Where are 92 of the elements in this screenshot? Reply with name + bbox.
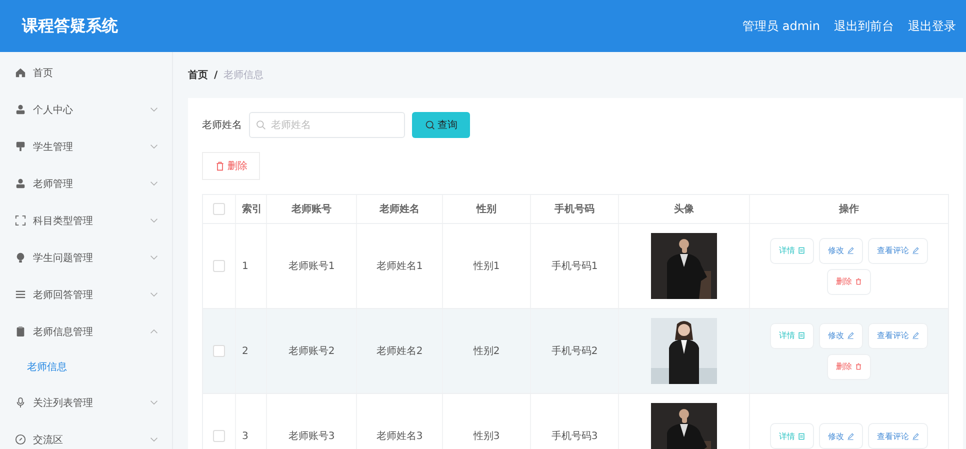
trash-icon — [214, 161, 224, 171]
header-link[interactable]: 管理员 admin — [742, 18, 820, 34]
document-icon — [798, 332, 805, 339]
chevron-icon — [150, 329, 158, 334]
chevron-icon — [150, 292, 158, 297]
user-icon — [15, 178, 26, 189]
chevron-icon — [150, 255, 158, 260]
table-cell: 老师账号1 — [267, 224, 357, 308]
sidebar-item[interactable]: 老师回答管理 — [0, 276, 172, 313]
search-icon — [256, 120, 266, 130]
action-button[interactable]: 查看评论 — [868, 322, 928, 348]
chevron-icon — [150, 144, 158, 149]
table-cell: 老师姓名2 — [357, 309, 443, 393]
column-header: 手机号码 — [531, 195, 619, 223]
home-icon — [15, 67, 26, 78]
clipboard-icon — [15, 326, 26, 337]
column-header: 头像 — [619, 195, 750, 223]
breadcrumb-separator: / — [214, 70, 218, 80]
action-button[interactable]: 删除 — [827, 354, 871, 380]
table-cell: 性别1 — [443, 224, 531, 308]
action-button[interactable]: 修改 — [819, 322, 863, 348]
sidebar-item[interactable]: 交流区 — [0, 421, 172, 449]
chevron-icon — [150, 400, 158, 405]
sidebar-item[interactable]: 科目类型管理 — [0, 202, 172, 239]
sidebar-item[interactable]: 首页 — [0, 54, 172, 91]
header-link[interactable]: 退出登录 — [908, 18, 956, 34]
action-button[interactable]: 删除 — [827, 268, 871, 294]
table-cell: 老师姓名3 — [357, 394, 443, 449]
pencil-icon — [912, 332, 919, 339]
breadcrumb-link[interactable]: 首页 — [188, 68, 208, 82]
pencil-icon — [912, 432, 919, 440]
column-header: 索引 — [236, 195, 267, 223]
sidebar-item[interactable]: 学生管理 — [0, 128, 172, 165]
search-icon — [424, 120, 434, 130]
microphone-icon — [15, 397, 26, 408]
column-header: 老师姓名 — [357, 195, 443, 223]
row-checkbox[interactable] — [213, 430, 225, 442]
chevron-icon — [150, 181, 158, 186]
sidebar-item[interactable]: 关注列表管理 — [0, 384, 172, 421]
column-header: 性别 — [443, 195, 531, 223]
sidebar-item[interactable]: 学生问题管理 — [0, 239, 172, 276]
search-field[interactable]: 老师姓名 — [249, 112, 405, 138]
table-cell: 2 — [236, 309, 267, 393]
action-button[interactable]: 修改 — [819, 238, 863, 264]
header-link[interactable]: 退出到前台 — [834, 18, 894, 34]
chevron-icon — [150, 107, 158, 112]
sidebar-item[interactable]: 老师管理 — [0, 165, 172, 202]
breadcrumb-current: 老师信息 — [224, 68, 264, 82]
chevron-icon — [150, 218, 158, 223]
action-button[interactable]: 查看评论 — [868, 238, 928, 264]
document-icon — [798, 432, 805, 440]
table-cell: 1 — [236, 224, 267, 308]
column-header: 老师账号 — [267, 195, 357, 223]
pencil-icon — [912, 247, 919, 254]
sidebar-subitem[interactable]: 老师信息 — [0, 350, 172, 384]
table-cell: 老师账号2 — [267, 309, 357, 393]
table-cell: 性别3 — [443, 394, 531, 449]
delete-button[interactable]: 删除 — [202, 152, 260, 180]
pencil-icon — [847, 432, 854, 440]
column-header: 操作 — [838, 202, 860, 217]
table-cell: 老师账号3 — [267, 394, 357, 449]
sign-icon — [15, 141, 26, 152]
table-cell: 手机号码1 — [531, 224, 619, 308]
select-all-checkbox[interactable] — [213, 203, 225, 215]
table-cell: 性别2 — [443, 309, 531, 393]
action-button[interactable]: 详情 — [770, 238, 814, 264]
action-button[interactable]: 详情 — [770, 322, 814, 348]
action-button[interactable]: 修改 — [819, 423, 863, 449]
table-cell: 3 — [236, 394, 267, 449]
row-checkbox[interactable] — [213, 260, 225, 272]
action-button[interactable]: 查看评论 — [868, 423, 928, 449]
compass-icon — [15, 434, 26, 445]
user-icon — [15, 104, 26, 115]
app-title: 课程答疑系统 — [22, 16, 118, 36]
search-label: 老师姓名 — [202, 118, 242, 132]
chevron-icon — [150, 437, 158, 442]
frame-icon — [15, 215, 26, 226]
list-icon — [15, 289, 26, 300]
document-icon — [798, 247, 805, 254]
bulb-icon — [15, 252, 26, 263]
row-checkbox[interactable] — [213, 345, 225, 357]
table-cell: 手机号码3 — [531, 394, 619, 449]
pencil-icon — [847, 332, 854, 339]
sidebar-item[interactable]: 个人中心 — [0, 91, 172, 128]
sidebar-item[interactable]: 老师信息管理 — [0, 313, 172, 350]
table-cell: 老师姓名1 — [357, 224, 443, 308]
action-button[interactable]: 详情 — [770, 423, 814, 449]
trash-icon — [855, 363, 862, 370]
trash-icon — [855, 278, 862, 285]
search-button[interactable]: 查询 — [412, 112, 470, 138]
pencil-icon — [847, 247, 854, 254]
table-cell: 手机号码2 — [531, 309, 619, 393]
